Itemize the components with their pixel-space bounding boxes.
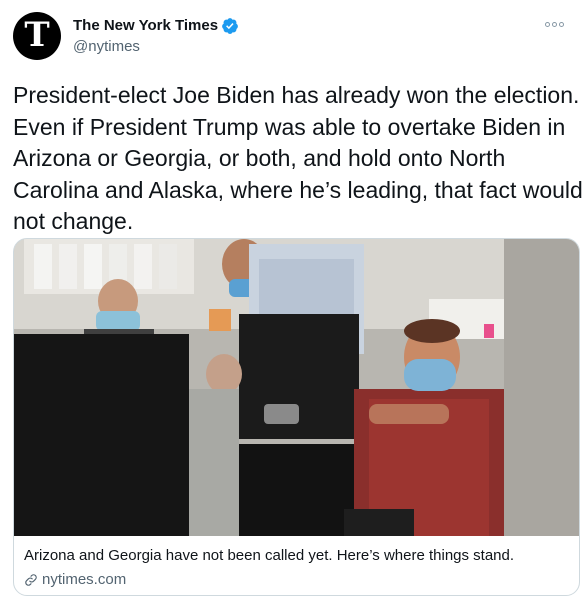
card-caption[interactable]: Arizona and Georgia have not been called…	[24, 546, 514, 566]
link-card[interactable]: Arizona and Georgia have not been called…	[13, 238, 580, 596]
link-icon	[25, 574, 37, 586]
author-name-row[interactable]: The New York Times	[73, 16, 239, 36]
more-icon[interactable]	[542, 14, 566, 34]
card-link[interactable]: nytimes.com	[24, 570, 126, 590]
avatar[interactable]: T	[13, 12, 61, 60]
author-name[interactable]: The New York Times	[73, 16, 218, 36]
tweet-text: President-elect Joe Biden has already wo…	[13, 82, 583, 234]
avatar-glyph: T	[24, 15, 50, 55]
card-photo	[14, 239, 579, 536]
author-handle[interactable]: @nytimes	[73, 37, 239, 57]
card-domain: nytimes.com	[42, 571, 127, 588]
author-names: The New York Times @nytimes	[73, 16, 239, 57]
tweet-header: T The New York Times @nytimes	[13, 12, 588, 64]
verified-badge-icon	[222, 18, 238, 34]
